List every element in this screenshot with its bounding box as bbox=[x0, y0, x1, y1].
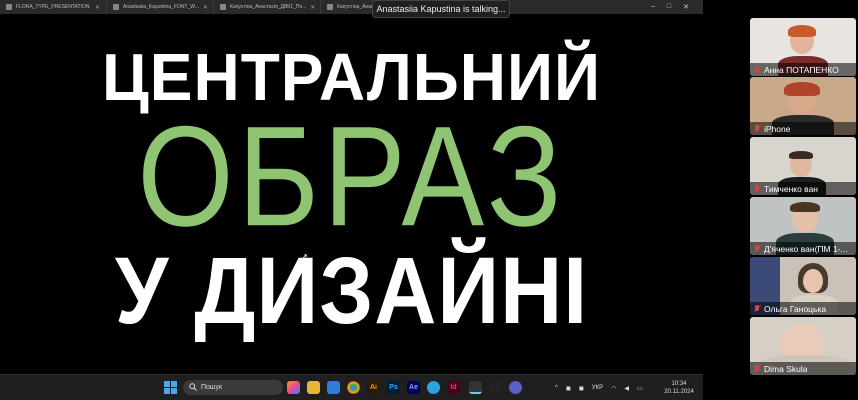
minimize-button[interactable]: – bbox=[651, 3, 655, 11]
participant-face bbox=[803, 269, 823, 293]
photoshop-icon[interactable]: Ps bbox=[387, 381, 400, 394]
participant-name: iPhone bbox=[764, 123, 791, 134]
tab-favicon-icon bbox=[113, 4, 119, 10]
windows-icon[interactable] bbox=[164, 381, 177, 394]
maximize-button[interactable]: □ bbox=[667, 3, 671, 11]
mic-off-icon bbox=[754, 244, 761, 253]
participant-name: Ольга Ганоцька bbox=[764, 303, 827, 314]
participant-hair bbox=[790, 202, 820, 212]
participant-name-bar: Тимченко ван bbox=[750, 182, 856, 195]
tab-close-icon[interactable]: ✕ bbox=[95, 4, 100, 11]
meeting-window: FLORA_TYPE_PRESENTATION ✕ Anastasiia_Kap… bbox=[0, 0, 858, 400]
files-icon[interactable] bbox=[307, 381, 320, 394]
browser-tab[interactable]: Капустіна_Анастасія_ДВК1_По... ✕ bbox=[214, 0, 321, 14]
language-indicator[interactable]: УКР bbox=[592, 385, 603, 391]
mic-off-icon bbox=[754, 65, 761, 74]
shared-screen: FLORA_TYPE_PRESENTATION ✕ Anastasiia_Kap… bbox=[0, 0, 703, 400]
close-button[interactable]: ✕ bbox=[683, 3, 689, 11]
tab-favicon-icon bbox=[327, 4, 333, 10]
more-icon[interactable] bbox=[509, 381, 522, 394]
copilot-icon[interactable] bbox=[287, 381, 300, 394]
battery-icon[interactable]: ▭ bbox=[637, 385, 643, 392]
tab-close-icon[interactable]: ✕ bbox=[310, 4, 315, 11]
participant-tile[interactable]: Dima Skula bbox=[750, 317, 856, 375]
participant-name-bar: Анна ПОТАПЕНКО bbox=[750, 63, 856, 76]
figma2-icon[interactable] bbox=[489, 381, 502, 394]
participant-name-bar: Dima Skula bbox=[750, 362, 856, 375]
browser-tab-bar: FLORA_TYPE_PRESENTATION ✕ Anastasiia_Kap… bbox=[0, 0, 703, 14]
participant-name: Dima Skula bbox=[764, 363, 808, 374]
participant-name-bar: Ольга Ганоцька bbox=[750, 302, 856, 315]
mouse-cursor-icon: ➚ bbox=[300, 252, 309, 263]
taskbar-search[interactable]: Пошук bbox=[183, 380, 283, 395]
participant-hair bbox=[784, 82, 820, 96]
telegram-icon[interactable] bbox=[427, 381, 440, 394]
illustrator-icon[interactable]: Ai bbox=[367, 381, 380, 394]
participant-hair bbox=[789, 151, 813, 159]
tab-favicon-icon bbox=[220, 4, 226, 10]
participant-name-bar: iPhone bbox=[750, 122, 856, 135]
presentation-slide: ЦЕНТРАЛЬНИЙ ОБРАЗ У ДИЗАЙНІ ➚ bbox=[0, 14, 703, 374]
mic-off-icon bbox=[754, 184, 761, 193]
participant-tile[interactable]: Анна ПОТАПЕНКО bbox=[750, 18, 856, 76]
participant-name: Тимченко ван bbox=[764, 183, 819, 194]
tab-label: Anastasiia_Kapustina_FONT_W... bbox=[123, 4, 199, 10]
mic-off-icon bbox=[754, 124, 761, 133]
participant-tile[interactable]: Ольга Ганоцька bbox=[750, 257, 856, 315]
taskbar-clock[interactable]: 10:34 20.11.2024 bbox=[664, 380, 694, 396]
wifi-icon[interactable]: ◠ bbox=[611, 385, 616, 392]
participant-name-bar: Д'яченко ван(ПМ 1-... bbox=[750, 242, 856, 255]
tray-app-icon[interactable]: ◼ bbox=[579, 385, 584, 392]
talking-indicator: Anastasiia Kapustina is talking... bbox=[372, 0, 510, 18]
after-effects-icon[interactable]: Ae bbox=[407, 381, 420, 394]
tab-close-icon[interactable]: ✕ bbox=[203, 4, 208, 11]
windows-taskbar: Пошук Ai Ps Ae Id ^ ◼ ◼ УКР ◠ ◀ ▭ 10:34 … bbox=[0, 374, 703, 400]
browser-tab[interactable]: FLORA_TYPE_PRESENTATION ✕ bbox=[0, 0, 107, 14]
indesign-icon[interactable]: Id bbox=[447, 381, 460, 394]
clock-date: 20.11.2024 bbox=[664, 389, 694, 395]
system-tray: ^ ◼ ◼ УКР ◠ ◀ ▭ bbox=[555, 375, 643, 400]
tray-chevron-icon[interactable]: ^ bbox=[555, 385, 558, 391]
chrome-icon[interactable] bbox=[347, 381, 360, 394]
volume-icon[interactable]: ◀ bbox=[624, 385, 629, 392]
tab-label: Капустіна_Анастасія_ДВК1_По... bbox=[230, 4, 307, 10]
slide-title-line-2: ОБРАЗ bbox=[137, 97, 566, 257]
browser-tab[interactable]: Anastasiia_Kapustina_FONT_W... ✕ bbox=[107, 0, 214, 14]
participant-name: Д'яченко ван(ПМ 1-... bbox=[764, 243, 848, 254]
tab-favicon-icon bbox=[6, 4, 12, 10]
figma-icon[interactable] bbox=[469, 381, 482, 394]
participant-tile[interactable]: Тимченко ван bbox=[750, 137, 856, 195]
search-placeholder: Пошук bbox=[201, 384, 223, 391]
participants-panel: Анна ПОТАПЕНКО iPhone Тимченко ван Д'яче… bbox=[703, 0, 858, 400]
clock-time: 10:34 bbox=[671, 381, 687, 387]
window-controls: – □ ✕ bbox=[651, 3, 703, 11]
store-icon[interactable] bbox=[327, 381, 340, 394]
participant-tile[interactable]: iPhone bbox=[750, 77, 856, 135]
slide-title-line-3: У ДИЗАЙНІ bbox=[114, 238, 589, 344]
mic-off-icon bbox=[754, 304, 761, 313]
participant-hair bbox=[788, 25, 816, 37]
tab-label: FLORA_TYPE_PRESENTATION bbox=[16, 4, 90, 10]
mic-off-icon bbox=[754, 364, 761, 373]
participant-name: Анна ПОТАПЕНКО bbox=[764, 64, 839, 75]
participant-tile[interactable]: Д'яченко ван(ПМ 1-... bbox=[750, 197, 856, 255]
search-icon bbox=[189, 382, 197, 393]
tray-app-icon[interactable]: ◼ bbox=[566, 385, 571, 392]
